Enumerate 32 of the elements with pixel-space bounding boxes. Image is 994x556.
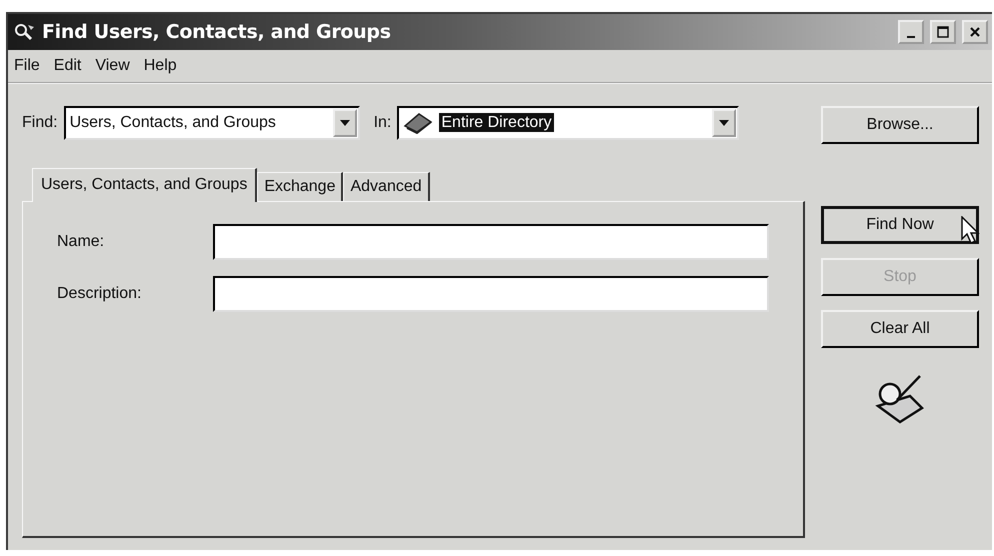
browse-button[interactable]: Browse... [821,106,979,144]
maximize-button[interactable] [930,20,956,44]
in-dropdown[interactable]: Entire Directory [397,106,740,140]
input-field[interactable] [213,224,769,260]
tab[interactable]: Advanced [343,172,430,201]
dropdown-arrow-icon [340,120,350,126]
dropdown-button[interactable] [712,109,736,137]
tab[interactable]: Exchange [257,172,344,201]
action-button[interactable]: Clear All [821,310,979,348]
dropdown-arrow-icon [719,120,730,126]
mouse-cursor-icon [961,216,981,244]
action-button[interactable]: Find Now [821,206,979,244]
search-users-icon [14,22,36,42]
window-title: Find Users, Contacts, and Groups [42,21,392,43]
dropdown-button[interactable] [332,109,357,137]
find-label: Find: [22,114,58,132]
menu-item[interactable]: View [95,57,130,75]
directory-book-icon [403,112,434,134]
input-field[interactable] [213,276,769,312]
in-label: In: [374,114,392,132]
menu-item[interactable]: File [14,57,40,75]
menu-item[interactable]: Help [144,57,177,75]
close-icon [969,26,981,38]
find-dropdown[interactable]: Users, Contacts, and Groups [64,106,360,140]
maximize-icon [937,26,949,38]
minimize-icon [907,36,915,38]
tab[interactable]: Users, Contacts, and Groups [32,168,258,202]
minimize-button[interactable] [898,20,924,44]
field-label: Name: [57,233,106,251]
field-label: Description: [57,285,142,303]
close-button[interactable] [962,20,988,44]
menu-item[interactable]: Edit [54,57,82,75]
